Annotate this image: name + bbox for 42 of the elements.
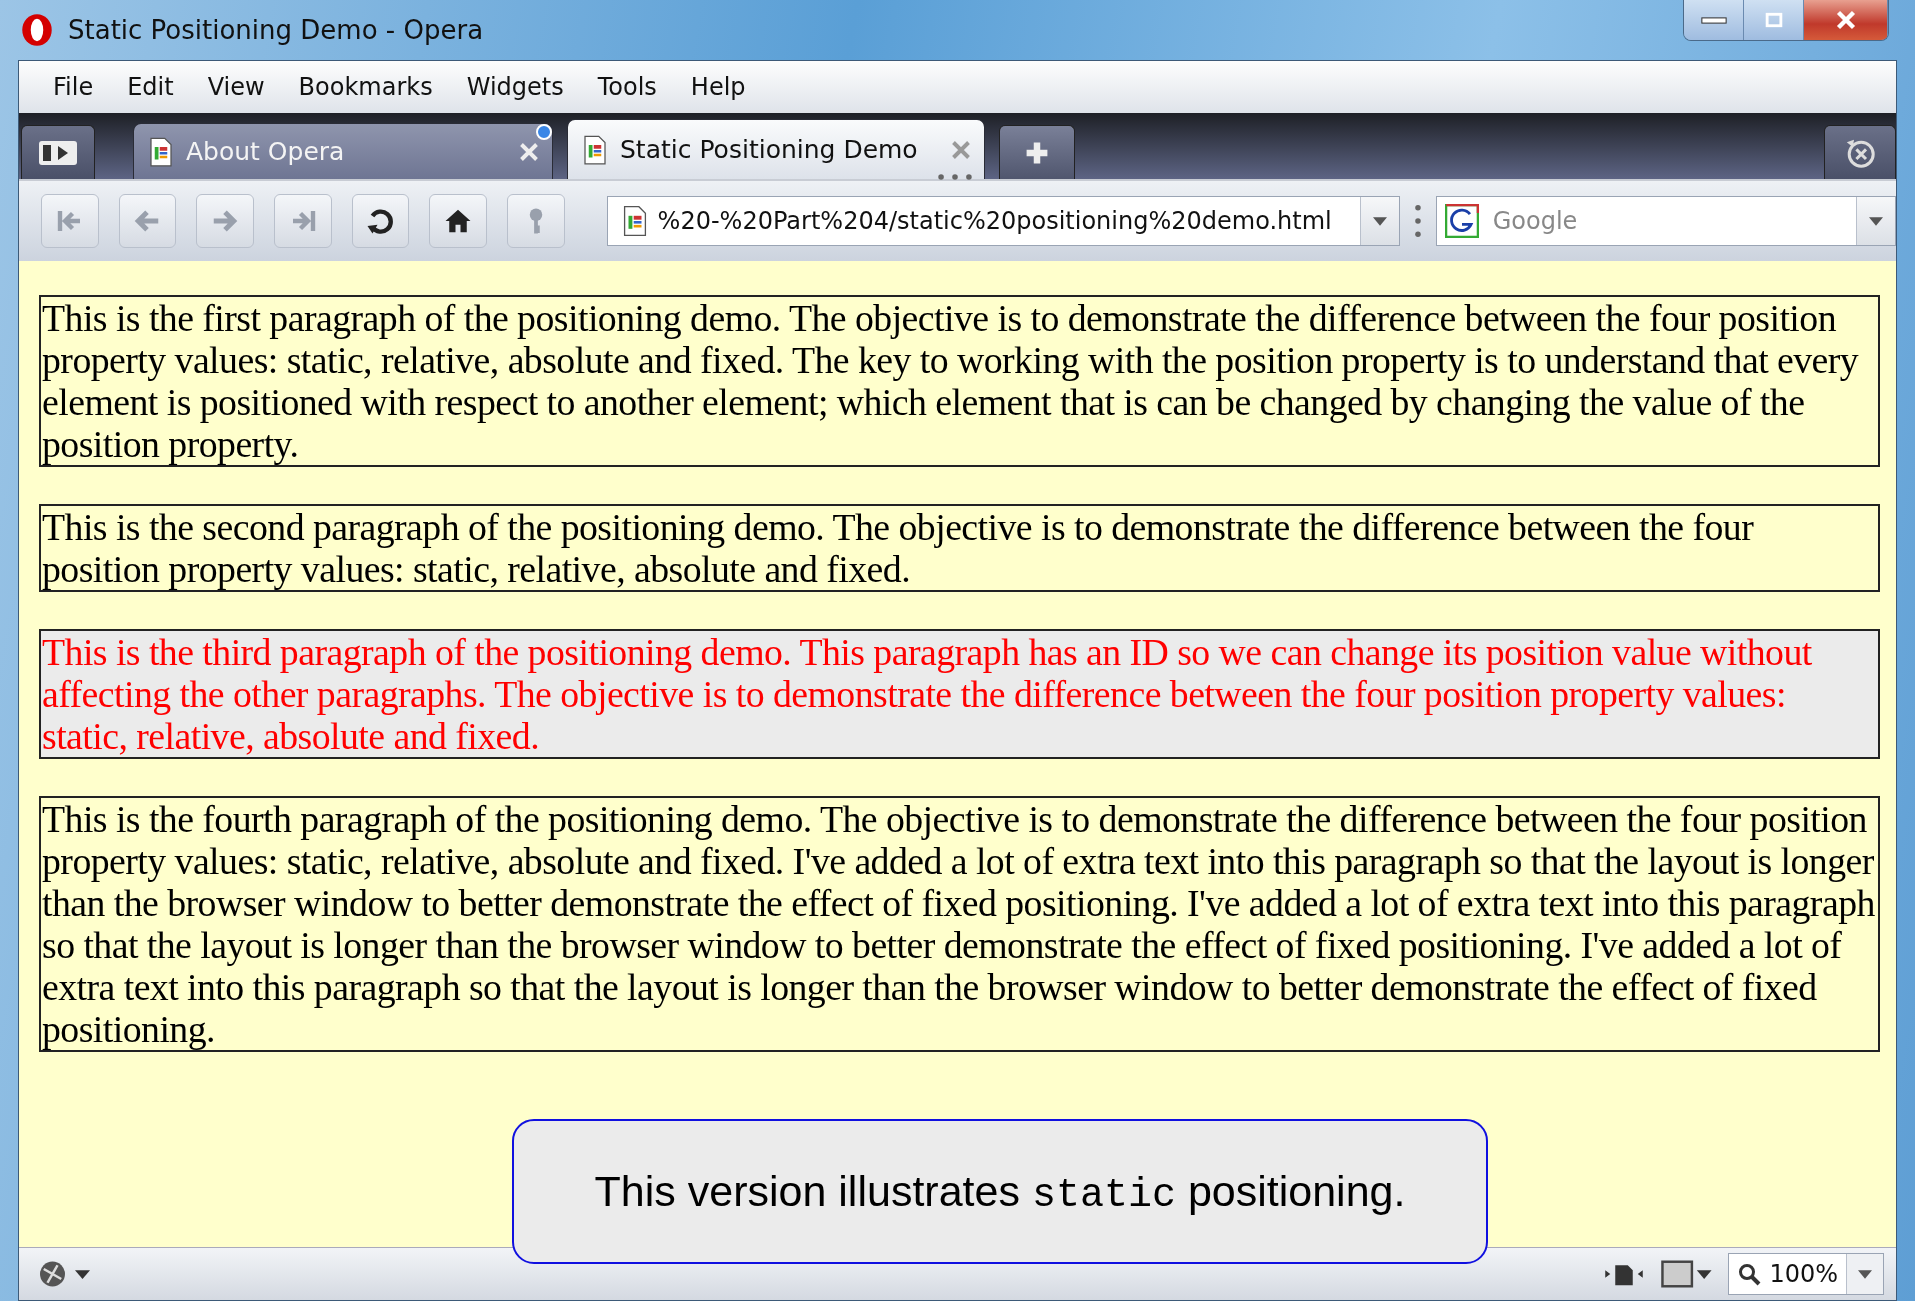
address-field[interactable]: %20-%20Part%204/static%20positioning%20demo.html	[606, 196, 1400, 246]
caption-text: This version illustrates static positioning.	[512, 1119, 1488, 1264]
reload-icon	[365, 206, 396, 236]
menu-item[interactable]: Bookmarks	[286, 69, 445, 105]
opera-logo-icon	[20, 12, 54, 48]
panel-toggle-button[interactable]	[21, 125, 95, 179]
reload-button[interactable]	[351, 194, 410, 248]
close-icon[interactable]	[952, 140, 970, 159]
paragraph: This is the first paragraph of the positioning demo. The objective is to demonstrate the difference between the four position property values: static, relative, absolute and fixed. The key to working with the position property is to understand that every element is positioned with respect to another element; which element that is can be changed by changing the value of the position property.	[39, 295, 1880, 467]
menu-item[interactable]: Help	[678, 69, 758, 105]
page-icon	[148, 136, 174, 167]
menu-item[interactable]: Edit	[115, 69, 186, 105]
search-field[interactable]: Google	[1435, 196, 1896, 246]
minimize-icon	[1700, 16, 1727, 24]
paragraph: This is the third paragraph of the positioning demo. This paragraph has an ID so we can change its position value without affecting the other paragraphs. The objective is to demonstrate the difference between the four position property values: static, relative, absolute and fixed.	[39, 629, 1880, 759]
minimize-button[interactable]	[1684, 0, 1744, 40]
panel-icon	[38, 139, 78, 166]
more-icon	[936, 173, 974, 181]
caret-icon	[1868, 216, 1883, 226]
dropdown-button[interactable]	[1359, 197, 1399, 245]
menu-item[interactable]: File	[41, 69, 106, 105]
magnifier-icon	[1737, 1262, 1762, 1286]
paragraph: This is the second paragraph of the positioning demo. The objective is to demonstrate the difference between the four position property values: static, relative, absolute and fixed.	[39, 504, 1880, 592]
closed-tabs-button[interactable]	[1824, 125, 1896, 179]
menu-item[interactable]: View	[195, 69, 277, 105]
dropdown-button[interactable]	[1855, 197, 1895, 245]
new-tab-button[interactable]	[999, 125, 1075, 179]
window-title: Static Positioning Demo - Opera	[68, 15, 484, 45]
paragraph: This is the fourth paragraph of the positioning demo. The objective is to demonstrate the difference between the four position property values: static, relative, absolute and fixed. I've added a lot of extra text into this paragraph so that the layout is longer than the browser window to better demonstrate the effect of fixed positioning. I've added a lot of extra text into this paragraph so that the layout is longer than the browser window to better demonstrate the effect of fixed positioning. I've added a lot of extra text into this paragraph so that the layout is longer than the browser window to better demonstrate the effect of fixed positioning.	[39, 796, 1880, 1052]
zoom-control[interactable]: 100%	[1728, 1253, 1884, 1295]
page-icon	[621, 205, 648, 237]
search-engine-icon	[1444, 204, 1479, 238]
grip-icon[interactable]	[1413, 203, 1422, 239]
page-icon	[582, 134, 608, 165]
menu-item[interactable]: Tools	[585, 69, 669, 105]
caret-icon	[1858, 1269, 1872, 1279]
browser-tab[interactable]: Static Positioning Demo	[567, 119, 985, 179]
search-placeholder: Google	[1492, 207, 1579, 235]
home-button[interactable]	[429, 194, 487, 248]
close-button[interactable]	[1804, 0, 1888, 40]
menu-item[interactable]: Widgets	[454, 69, 576, 105]
caret-icon	[1372, 216, 1387, 226]
